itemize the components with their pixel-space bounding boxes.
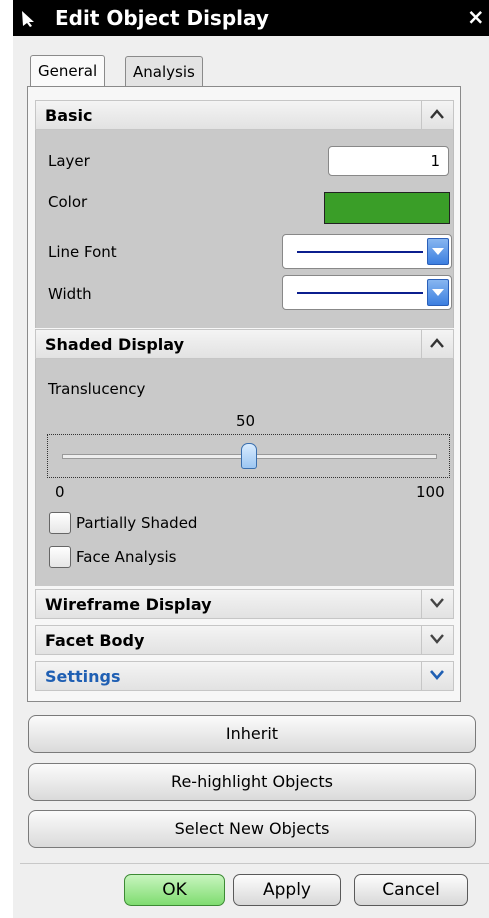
section-shaded-display-header[interactable]: Shaded Display [35,329,454,359]
translucency-min: 0 [55,483,65,501]
translucency-max: 100 [416,483,445,501]
slider-thumb[interactable] [240,443,257,469]
close-icon[interactable]: × [467,5,485,29]
layer-label: Layer [48,152,90,170]
line-font-select[interactable] [282,234,452,269]
arrow-cursor-icon [22,11,34,27]
section-facet-body-title: Facet Body [45,631,145,650]
width-label: Width [48,285,92,303]
partially-shaded-label: Partially Shaded [76,514,198,532]
chevron-down-icon[interactable] [421,626,453,654]
chevron-down-icon[interactable] [421,590,453,618]
section-settings-title: Settings [45,667,121,686]
section-wireframe-display-title: Wireframe Display [45,595,212,614]
translucency-value: 50 [236,412,256,430]
translucency-slider[interactable] [47,434,450,478]
section-wireframe-display-header[interactable]: Wireframe Display [35,589,454,619]
layer-field[interactable]: 1 [328,146,449,176]
chevron-down-icon[interactable] [421,662,453,690]
title-bar: Edit Object Display × [13,0,489,36]
color-swatch[interactable] [324,192,450,224]
dropdown-arrow-icon[interactable] [427,238,449,265]
dropdown-arrow-icon[interactable] [427,279,449,306]
face-analysis-checkbox[interactable] [49,546,71,568]
face-analysis-label: Face Analysis [76,548,177,566]
window-title: Edit Object Display [55,6,269,30]
partially-shaded-checkbox[interactable] [49,512,71,534]
tab-analysis[interactable]: Analysis [125,56,203,86]
section-settings-header[interactable]: Settings [35,661,454,691]
section-basic-title: Basic [45,106,93,125]
tab-general[interactable]: General [30,55,106,87]
inherit-button[interactable]: Inherit [28,715,476,753]
translucency-label: Translucency [48,380,146,398]
cancel-button[interactable]: Cancel [354,874,468,906]
section-shaded-display-title: Shaded Display [45,335,184,354]
apply-button[interactable]: Apply [233,874,341,906]
width-preview [297,292,423,294]
width-select[interactable] [282,275,452,310]
ok-button[interactable]: OK [124,874,225,906]
section-basic-header[interactable]: Basic [35,100,454,130]
select-new-objects-button[interactable]: Select New Objects [28,810,476,848]
rehighlight-objects-button[interactable]: Re-highlight Objects [28,763,476,801]
footer-divider [20,863,489,864]
section-facet-body-header[interactable]: Facet Body [35,625,454,655]
chevron-up-icon[interactable] [421,101,453,129]
chevron-up-icon[interactable] [421,330,453,358]
line-font-preview [297,251,423,253]
color-label: Color [48,193,88,211]
line-font-label: Line Font [48,243,117,261]
